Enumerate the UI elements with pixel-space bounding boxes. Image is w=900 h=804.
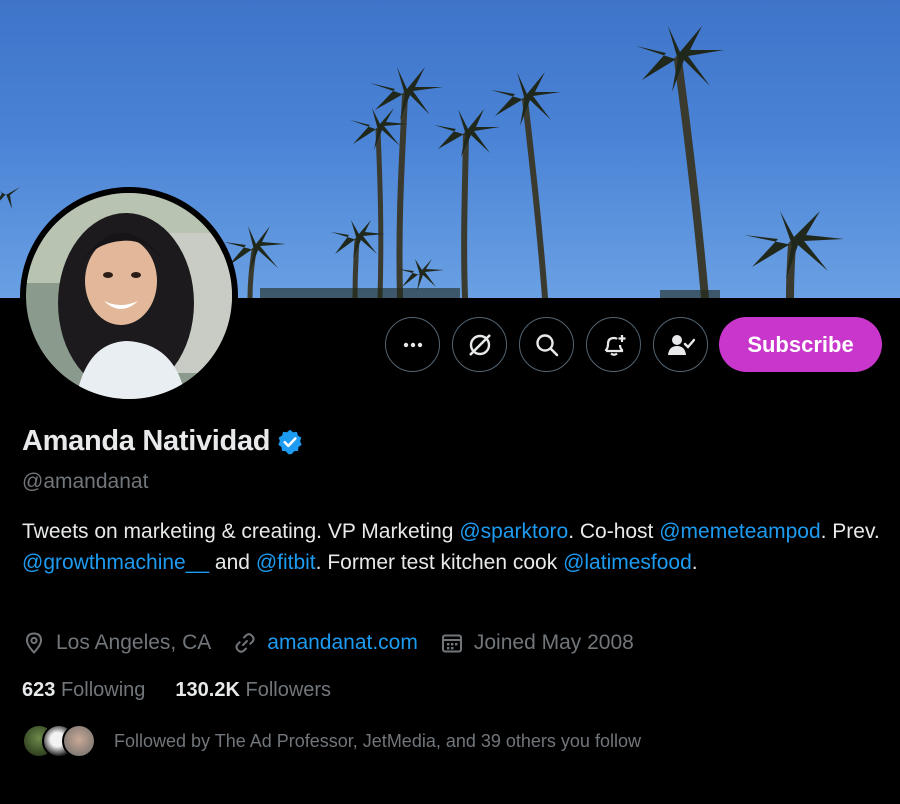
- following-label: Following: [60, 679, 146, 701]
- more-button[interactable]: [385, 317, 440, 372]
- link-icon: [235, 633, 255, 653]
- website-link[interactable]: amandanat.com: [267, 631, 418, 655]
- following-stat[interactable]: 623 Following: [22, 679, 145, 702]
- website: amandanat.com: [233, 631, 418, 655]
- grok-icon: [468, 333, 491, 356]
- mutual-avatars: [22, 724, 98, 758]
- search-button[interactable]: [519, 317, 574, 372]
- bio-text: Tweets on marketing & creating. VP Marke…: [22, 520, 460, 543]
- followers-label: Followers: [245, 679, 332, 701]
- display-name: Amanda Natividad: [22, 425, 271, 457]
- location: Los Angeles, CA: [22, 631, 211, 655]
- bio-text: .: [691, 551, 698, 574]
- followed-by[interactable]: Followed by The Ad Professor, JetMedia, …: [22, 724, 641, 758]
- subscribe-button[interactable]: Subscribe: [719, 317, 882, 372]
- bio-text: . Former test kitchen cook: [315, 551, 564, 574]
- bio-text: . Prev.: [820, 520, 880, 543]
- followers-count: 130.2K: [175, 679, 240, 701]
- bio-mention-link[interactable]: @latimesfood: [563, 551, 692, 574]
- more-icon: [403, 342, 422, 347]
- location-text: Los Angeles, CA: [56, 631, 212, 654]
- bell-plus-icon: [604, 334, 625, 356]
- bio-mention-link[interactable]: @fitbit: [256, 551, 316, 574]
- mutual-avatar: [62, 724, 96, 758]
- bio-mention-link[interactable]: @memeteampod: [659, 520, 820, 543]
- follow-stats: 623 Following 130.2K Followers: [22, 679, 361, 702]
- followers-stat[interactable]: 130.2K Followers: [175, 679, 331, 702]
- bio-mention-link[interactable]: @sparktoro: [459, 520, 568, 543]
- bio-mention-link[interactable]: @growthmachine__: [22, 551, 209, 574]
- person-check-icon: [667, 334, 695, 355]
- profile-bio: Tweets on marketing & creating. VP Marke…: [22, 516, 882, 578]
- location-pin-icon: [25, 632, 43, 654]
- join-date-text: Joined May 2008: [473, 631, 634, 654]
- bio-text: and: [209, 551, 256, 574]
- followed-by-text: Followed by The Ad Professor, JetMedia, …: [114, 730, 641, 751]
- verified-badge-icon[interactable]: [276, 428, 304, 456]
- grok-button[interactable]: [452, 317, 507, 372]
- following-button[interactable]: [653, 317, 708, 372]
- bio-text: . Co-host: [568, 520, 660, 543]
- profile-actions: Subscribe: [0, 317, 900, 373]
- name-row: Amanda Natividad: [22, 425, 304, 458]
- calendar-icon: [441, 634, 462, 653]
- user-handle: @amandanat: [22, 470, 149, 493]
- following-count: 623: [22, 679, 56, 701]
- profile-meta: Los Angeles, CA amandanat.com Joined May…: [22, 627, 656, 659]
- search-icon: [535, 333, 558, 356]
- join-date: Joined May 2008: [440, 631, 634, 655]
- notify-button[interactable]: [586, 317, 641, 372]
